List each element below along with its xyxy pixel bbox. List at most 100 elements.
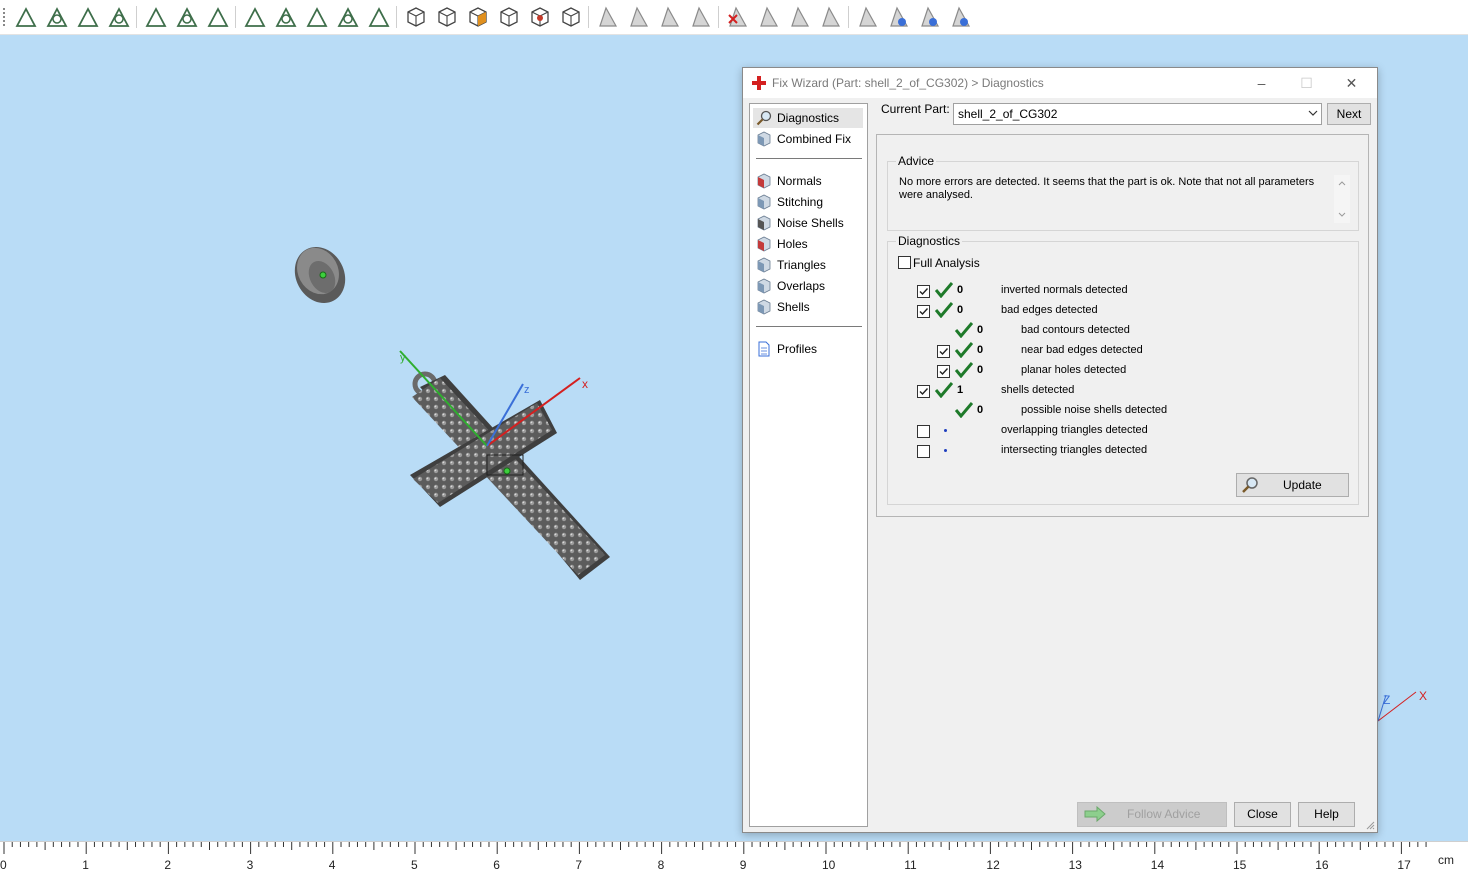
nav-item-shells[interactable]: Shells [753,297,863,317]
ruler-label: 9 [739,858,747,872]
ring-model[interactable] [285,238,355,312]
diagnostics-group: Diagnostics Full Analysis 0 inverted norm… [887,234,1359,505]
invert-triangles-icon[interactable] [757,5,781,29]
face-select-icon[interactable] [45,5,69,29]
ruler-label: 4 [328,858,336,872]
nav-item-normals[interactable]: Normals [753,171,863,191]
ruler-label: 10 [822,858,836,872]
nav-item-diagnostics[interactable]: Diagnostics [753,108,863,128]
maximize-button[interactable]: ☐ [1284,68,1329,98]
dialog-title: Fix Wizard (Part: shell_2_of_CG302) > Di… [772,76,1044,90]
measure-distance-icon[interactable] [887,5,911,29]
diagnostic-label: bad contours detected [1021,324,1130,336]
measure-icon[interactable] [856,5,880,29]
surface-select-icon[interactable] [76,5,100,29]
diagnostic-checkbox[interactable] [917,305,930,318]
measure-angle-icon[interactable] [918,5,942,29]
corner-axis-indicator: X Z [1377,689,1427,722]
delete-triangles-icon[interactable] [726,5,750,29]
mesh-select-icon[interactable] [243,5,267,29]
nav-item-overlaps[interactable]: Overlaps [753,276,863,296]
diagnostic-checkbox[interactable] [937,365,950,378]
next-button[interactable]: Next [1327,103,1371,125]
diagnostics-panel: Advice No more errors are detected. It s… [876,134,1369,517]
nav-item-profiles[interactable]: Profiles [753,339,863,359]
checkmark-icon [919,288,929,296]
magnifier-icon [1242,477,1258,493]
green-check-icon [935,382,953,398]
nav-item-stitching[interactable]: Stitching [753,192,863,212]
diagnostic-checkbox[interactable] [917,425,930,438]
minimize-button[interactable]: – [1239,68,1284,98]
view-all-icon[interactable] [559,5,583,29]
cut-triangles-icon[interactable] [788,5,812,29]
sphere-select-icon[interactable] [367,5,391,29]
shell-select-icon[interactable] [107,5,131,29]
green-check-icon [935,302,953,318]
node-select-icon[interactable] [274,5,298,29]
split-triangles-icon[interactable] [819,5,843,29]
view-wire-icon[interactable] [497,5,521,29]
dialog-titlebar[interactable]: Fix Wizard (Part: shell_2_of_CG302) > Di… [743,68,1377,98]
measure-reset-icon[interactable] [949,5,973,29]
diagnostic-label: intersecting triangles detected [1001,444,1148,456]
ruler-label: 12 [986,858,1000,872]
triangle-mark-icon[interactable] [596,5,620,29]
ruler-unit: cm [1438,853,1454,867]
profiles-icon [758,341,770,357]
nav-item-label: Combined Fix [777,132,852,146]
resize-grip-icon[interactable] [1365,820,1375,830]
nav-item-triangles[interactable]: Triangles [753,255,863,275]
scroll-arrows-icon [1338,181,1346,217]
triangle-shrink-icon[interactable] [689,5,713,29]
ruler-label: 7 [575,858,583,872]
view-iso-icon[interactable] [466,5,490,29]
nav-item-noise-shells[interactable]: Noise Shells [753,213,863,233]
view-shaded-icon[interactable] [528,5,552,29]
diagnostic-label: shells detected [1001,384,1075,396]
current-part-select[interactable]: shell_2_of_CG302 [953,103,1322,125]
close-window-button[interactable]: ✕ [1329,68,1374,98]
view-front-icon[interactable] [404,5,428,29]
advice-scrollbar[interactable] [1334,175,1350,223]
box-select-icon[interactable] [144,5,168,29]
red-cross-icon [752,76,766,90]
lasso-select-icon[interactable] [175,5,199,29]
update-button[interactable]: Update [1236,473,1349,497]
triangle-unmark-icon[interactable] [627,5,651,29]
diagnostic-checkbox[interactable] [917,385,930,398]
normals-icon [757,173,771,189]
help-button[interactable]: Help [1298,802,1355,827]
nav-item-holes[interactable]: Holes [753,234,863,254]
stitching-icon [757,194,771,210]
advice-group: Advice No more errors are detected. It s… [887,154,1359,231]
current-part-label: Current Part: [881,102,950,116]
ruler-label: 15 [1233,858,1247,872]
follow-advice-button[interactable]: Follow Advice [1077,802,1227,827]
ruler-label: 5 [411,858,418,872]
view-top-icon[interactable] [435,5,459,29]
ruler-label: 1 [82,858,89,872]
nav-item-label: Normals [777,174,822,188]
corner-axis-z: Z [1383,693,1390,707]
checkmark-icon [939,368,949,376]
toolbar-separator [136,6,137,28]
nav-item-label: Triangles [777,258,826,272]
nav-item-combined-fix[interactable]: Combined Fix [753,129,863,149]
diagnostic-checkbox[interactable] [917,445,930,458]
brush-select-icon[interactable] [206,5,230,29]
diagnostic-checkbox[interactable] [917,285,930,298]
pending-dot-icon [944,429,947,432]
fix-wizard-dialog: Fix Wizard (Part: shell_2_of_CG302) > Di… [742,67,1378,833]
close-button[interactable]: Close [1234,802,1291,827]
combined-fix-icon [757,131,771,147]
wheel-select-icon[interactable] [336,5,360,29]
arrow-select-icon[interactable] [14,5,38,29]
full-analysis-checkbox[interactable] [898,256,911,269]
diagnostic-checkbox[interactable] [937,345,950,358]
triangle-expand-icon[interactable] [658,5,682,29]
toolbar-grip[interactable] [3,8,8,26]
axis-label-z: z [524,384,530,396]
advice-title: Advice [896,154,937,168]
cut-select-icon[interactable] [305,5,329,29]
